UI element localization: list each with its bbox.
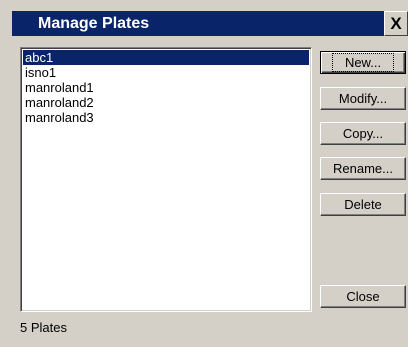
rename-button[interactable]: Rename... [320, 157, 406, 180]
title-bar[interactable]: Manage Plates X [12, 11, 408, 36]
new-button[interactable]: New... [320, 51, 406, 74]
plate-count-status: 5 Plates [20, 320, 67, 335]
list-item-isno1[interactable]: isno1 [23, 65, 309, 80]
list-item-abc1[interactable]: abc1 [23, 50, 309, 65]
list-item-manroland3[interactable]: manroland3 [23, 110, 309, 125]
list-item-manroland2[interactable]: manroland2 [23, 95, 309, 110]
new-button-label: New... [331, 53, 395, 72]
delete-button[interactable]: Delete [320, 193, 406, 216]
modify-button[interactable]: Modify... [320, 87, 406, 110]
close-button[interactable]: Close [320, 285, 406, 308]
copy-button[interactable]: Copy... [320, 122, 406, 145]
manage-plates-dialog: Manage Plates X abc1 isno1 manroland1 ma… [0, 0, 408, 347]
close-icon[interactable]: X [384, 11, 408, 36]
list-item-manroland1[interactable]: manroland1 [23, 80, 309, 95]
plates-listbox[interactable]: abc1 isno1 manroland1 manroland2 manrola… [20, 47, 312, 312]
dialog-title: Manage Plates [38, 14, 150, 32]
